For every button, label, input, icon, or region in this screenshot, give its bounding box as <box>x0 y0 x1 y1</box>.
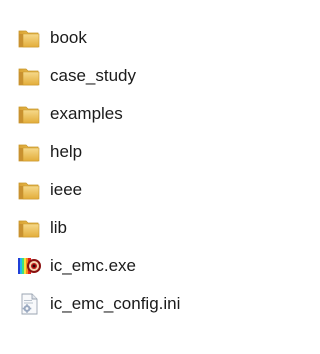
folder-icon <box>18 220 40 238</box>
item-label: help <box>50 142 83 161</box>
folder-icon <box>18 182 40 200</box>
list-item-file-ic-emc-config-ini[interactable]: ic_emc_config.ini <box>16 291 256 317</box>
folder-icon <box>18 68 40 86</box>
list-item-folder-lib[interactable]: lib <box>16 215 256 241</box>
folder-icon <box>18 144 40 162</box>
item-label: lib <box>50 218 68 237</box>
list-item-file-ic-emc-exe[interactable]: ic_emc.exe <box>16 253 256 279</box>
list-item-folder-ieee[interactable]: ieee <box>16 177 256 203</box>
list-item-folder-book[interactable]: book <box>16 25 256 51</box>
folder-icon <box>18 106 40 124</box>
folder-icon <box>18 30 40 48</box>
item-label: case_study <box>50 66 136 85</box>
config-file-icon <box>21 293 38 315</box>
item-label: examples <box>50 104 123 123</box>
item-label: ic_emc_config.ini <box>50 294 181 313</box>
item-label: ic_emc.exe <box>50 256 136 275</box>
application-icon <box>18 258 41 274</box>
list-item-folder-case-study[interactable]: case_study <box>16 63 256 89</box>
file-list: book case_study examples help ieee lib i… <box>0 0 268 354</box>
list-item-folder-examples[interactable]: examples <box>16 101 256 127</box>
item-label: ieee <box>50 180 83 199</box>
item-label: book <box>50 28 87 47</box>
list-item-folder-help[interactable]: help <box>16 139 256 165</box>
